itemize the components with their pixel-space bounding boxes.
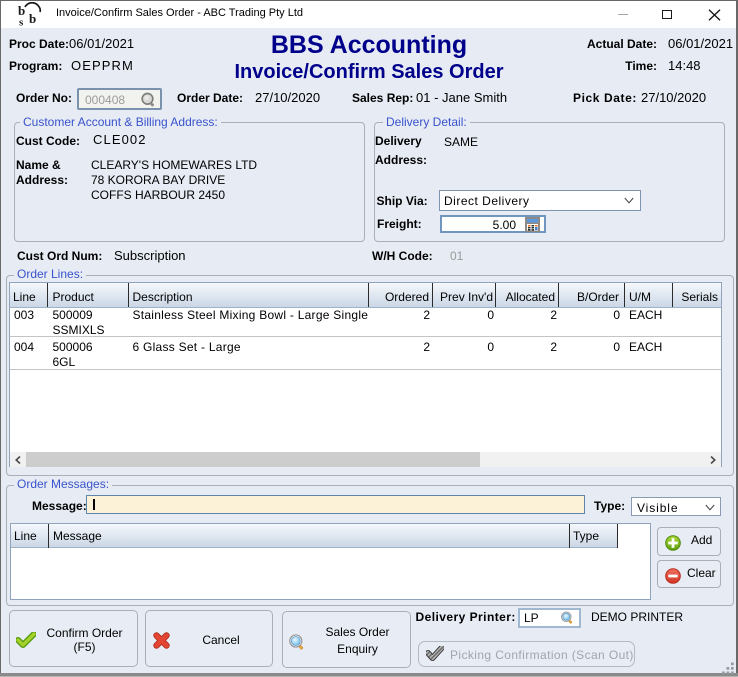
svg-text:b: b <box>29 11 36 26</box>
svg-text:s: s <box>19 17 24 28</box>
